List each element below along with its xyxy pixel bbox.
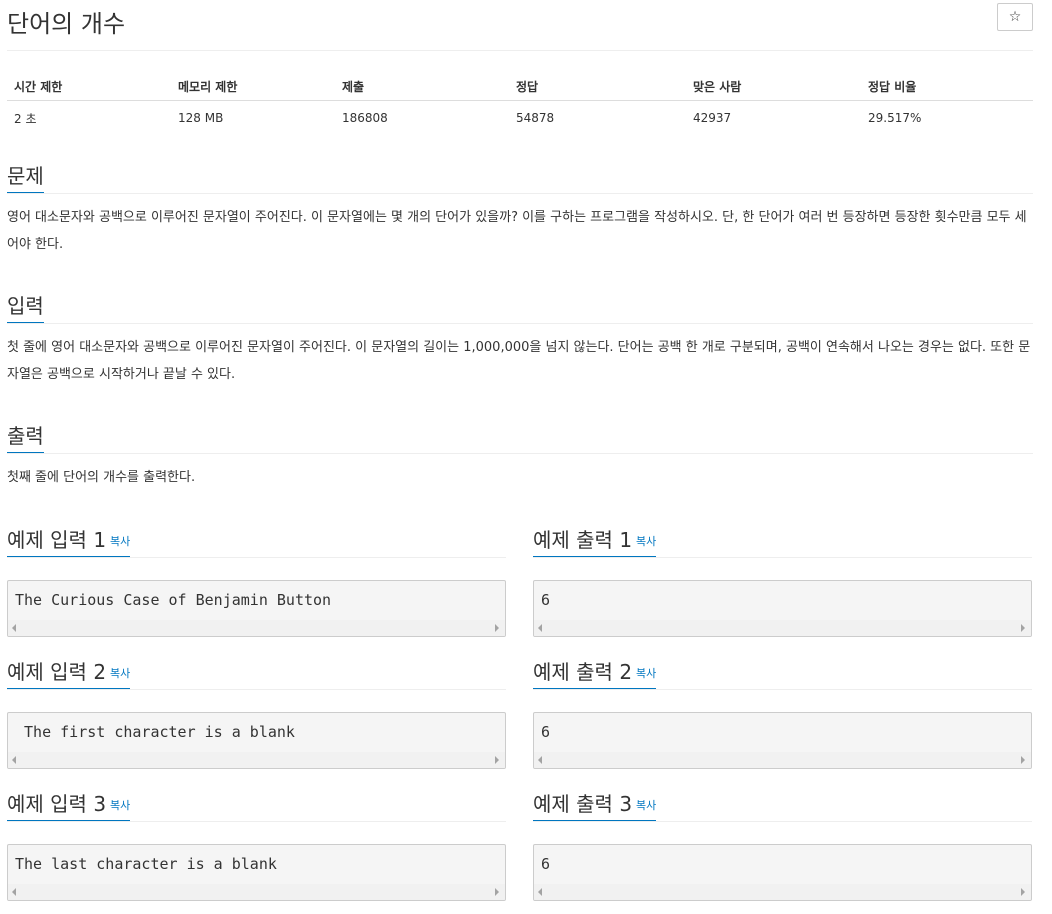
description-header: 문제 <box>7 161 1033 194</box>
sample-output-1-text: 6 <box>541 591 551 609</box>
output-section: 출력 첫째 줄에 단어의 개수를 출력한다. <box>7 421 1033 491</box>
scroll-right-icon[interactable] <box>1021 888 1025 896</box>
sample-output-2-header: 예제 출력 2 복사 <box>533 657 1032 690</box>
sample-output-3-box: 6 <box>533 844 1032 901</box>
description-section: 문제 영어 대소문자와 공백으로 이루어진 문자열이 주어진다. 이 문자열에는… <box>7 161 1033 258</box>
sample-output-2-text: 6 <box>541 723 551 741</box>
input-section: 입력 첫 줄에 영어 대소문자와 공백으로 이루어진 문자열이 주어진다. 이 … <box>7 291 1033 388</box>
page-title: 단어의 개수 <box>7 10 126 38</box>
sample-input-2-text: The first character is a blank <box>15 723 295 741</box>
memory-limit-header: 메모리 제한 <box>171 72 335 101</box>
scroll-left-icon[interactable] <box>538 888 542 896</box>
output-text: 첫째 줄에 단어의 개수를 출력한다. <box>7 470 196 485</box>
sample-output-3: 예제 출력 3 복사 6 <box>533 789 1032 901</box>
sample-input-3-text: The last character is a blank <box>15 855 286 873</box>
description-title: 문제 <box>7 161 44 193</box>
info-value-row: 2 초 128 MB 186808 54878 42937 29.517% <box>7 101 1033 136</box>
scroll-right-icon[interactable] <box>495 888 499 896</box>
description-text: 영어 대소문자와 공백으로 이루어진 문자열이 주어진다. 이 문자열에는 몇 … <box>7 210 1027 252</box>
sample-input-1-text: The Curious Case of Benjamin Button <box>15 591 332 609</box>
sample-input-3-scrollbar[interactable] <box>8 884 505 900</box>
sample-output-3-header: 예제 출력 3 복사 <box>533 789 1032 822</box>
sample-output-2-scrollbar[interactable] <box>534 752 1031 768</box>
scroll-right-icon[interactable] <box>495 756 499 764</box>
output-header: 출력 <box>7 421 1033 454</box>
sample-input-2-header: 예제 입력 2 복사 <box>7 657 506 690</box>
input-header: 입력 <box>7 291 1033 324</box>
input-title: 입력 <box>7 291 44 323</box>
sample-output-1-title: 예제 출력 1 복사 <box>533 525 657 557</box>
sample-input-2-scrollbar[interactable] <box>8 752 505 768</box>
scroll-right-icon[interactable] <box>1021 756 1025 764</box>
sample-output-2-title: 예제 출력 2 복사 <box>533 657 657 689</box>
copy-sample-output-2-link[interactable]: 복사 <box>636 667 656 680</box>
sample-input-2-box: The first character is a blank <box>7 712 506 769</box>
accept-rate-header: 정답 비율 <box>861 72 1033 101</box>
info-header-row: 시간 제한 메모리 제한 제출 정답 맞은 사람 정답 비율 <box>7 72 1033 101</box>
sample-input-2: 예제 입력 2 복사 The first character is a blank <box>7 657 506 769</box>
copy-sample-input-3-link[interactable]: 복사 <box>110 799 130 812</box>
accepted-value: 54878 <box>516 111 555 125</box>
sample-input-2-title: 예제 입력 2 복사 <box>7 657 131 689</box>
submissions-value: 186808 <box>342 111 388 125</box>
input-text: 첫 줄에 영어 대소문자와 공백으로 이루어진 문자열이 주어진다. 이 문자열… <box>7 340 1031 382</box>
sample-output-1-header: 예제 출력 1 복사 <box>533 525 1032 558</box>
time-limit-value: 2 초 <box>14 111 37 126</box>
sample-output-3-title: 예제 출력 3 복사 <box>533 789 657 821</box>
output-title: 출력 <box>7 421 44 453</box>
solvers-value: 42937 <box>693 111 732 125</box>
sample-input-1-scrollbar[interactable] <box>8 620 505 636</box>
sample-output-1-box: 6 <box>533 580 1032 637</box>
sample-output-2-box: 6 <box>533 712 1032 769</box>
accepted-header: 정답 <box>509 72 686 101</box>
scroll-left-icon[interactable] <box>12 756 16 764</box>
sample-output-1-scrollbar[interactable] <box>534 620 1031 636</box>
accept-rate-value: 29.517% <box>868 111 922 125</box>
star-icon: ☆ <box>1008 9 1022 25</box>
sample-output-1: 예제 출력 1 복사 6 <box>533 525 1032 637</box>
copy-sample-output-1-link[interactable]: 복사 <box>636 535 656 548</box>
scroll-left-icon[interactable] <box>12 624 16 632</box>
sample-output-2: 예제 출력 2 복사 6 <box>533 657 1032 769</box>
sample-input-1-box: The Curious Case of Benjamin Button <box>7 580 506 637</box>
copy-sample-output-3-link[interactable]: 복사 <box>636 799 656 812</box>
sample-input-3-title: 예제 입력 3 복사 <box>7 789 131 821</box>
scroll-right-icon[interactable] <box>1021 624 1025 632</box>
scroll-right-icon[interactable] <box>495 624 499 632</box>
scroll-left-icon[interactable] <box>538 756 542 764</box>
scroll-left-icon[interactable] <box>12 888 16 896</box>
sample-input-1: 예제 입력 1 복사 The Curious Case of Benjamin B… <box>7 525 506 637</box>
sample-input-1-header: 예제 입력 1 복사 <box>7 525 506 558</box>
time-limit-header: 시간 제한 <box>7 72 171 101</box>
sample-input-1-title: 예제 입력 1 복사 <box>7 525 131 557</box>
sample-output-3-scrollbar[interactable] <box>534 884 1031 900</box>
problem-info-table: 시간 제한 메모리 제한 제출 정답 맞은 사람 정답 비율 2 초 128 M… <box>7 72 1033 135</box>
sample-input-3: 예제 입력 3 복사 The last character is a blank <box>7 789 506 901</box>
copy-sample-input-2-link[interactable]: 복사 <box>110 667 130 680</box>
star-button[interactable]: ☆ <box>997 3 1033 31</box>
sample-input-3-box: The last character is a blank <box>7 844 506 901</box>
problem-page: 단어의 개수 ☆ 시간 제한 메모리 제한 제출 정답 맞은 사람 정답 비율 … <box>7 0 1033 901</box>
copy-sample-input-1-link[interactable]: 복사 <box>110 535 130 548</box>
submissions-header: 제출 <box>335 72 509 101</box>
scroll-left-icon[interactable] <box>538 624 542 632</box>
solvers-header: 맞은 사람 <box>686 72 861 101</box>
sample-input-3-header: 예제 입력 3 복사 <box>7 789 506 822</box>
sample-output-3-text: 6 <box>541 855 551 873</box>
memory-limit-value: 128 MB <box>178 111 224 125</box>
title-row: 단어의 개수 ☆ <box>7 0 1033 51</box>
